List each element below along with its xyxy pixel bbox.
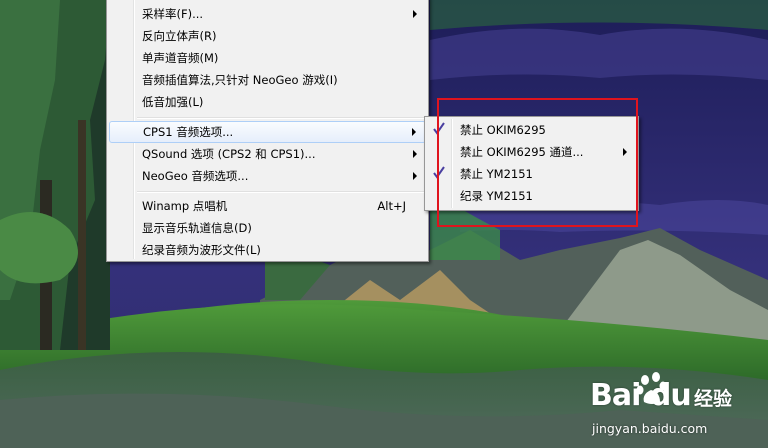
menu-item-qsound-options[interactable]: QSound 选项 (CPS2 和 CPS1)... [109, 143, 426, 165]
menu-item-label: 反向立体声(R) [142, 29, 217, 43]
menu-item-label: 采样率(F)... [142, 7, 204, 21]
menu-item-shortcut: Alt+J [377, 199, 406, 213]
menu-item-mono-audio[interactable]: 单声道音频(M) [109, 47, 426, 69]
menu-item-winamp-jukebox[interactable]: Winamp 点唱机 Alt+J [109, 195, 426, 217]
submenu-arrow-icon [413, 172, 417, 180]
menu-item-label: NeoGeo 音频选项... [142, 169, 249, 183]
menu-item-label: 禁止 OKIM6295 通道... [460, 145, 584, 159]
menu-separator [137, 117, 426, 119]
menu-item-sample-rate[interactable]: 采样率(F)... [109, 3, 426, 25]
menu-item-label: 显示音乐轨道信息(D) [142, 221, 252, 235]
submenu-item-disable-okim6295[interactable]: 禁止 OKIM6295 [427, 119, 636, 141]
menu-item-show-track-info[interactable]: 显示音乐轨道信息(D) [109, 217, 426, 239]
menu-item-label: 禁止 OKIM6295 [460, 123, 546, 137]
submenu-item-disable-ym2151[interactable]: 禁止 YM2151 [427, 163, 636, 185]
menu-item-interpolation[interactable]: 音频插值算法,只针对 NeoGeo 游戏(I) [109, 69, 426, 91]
submenu-item-disable-okim6295-channel[interactable]: 禁止 OKIM6295 通道... [427, 141, 636, 163]
submenu-arrow-icon [413, 150, 417, 158]
menu-item-label: CPS1 音频选项... [143, 125, 234, 139]
submenu-arrow-icon [413, 10, 417, 18]
baidu-watermark: Bai du 经验 jingyan.baidu.com [590, 368, 760, 443]
menu-item-label: 单声道音频(M) [142, 51, 219, 65]
menu-item-label: 纪录 YM2151 [460, 189, 533, 203]
menu-item-label: 低音加强(L) [142, 95, 204, 109]
audio-context-menu: 采样率(F)... 反向立体声(R) 单声道音频(M) 音频插值算法,只针对 N… [106, 0, 429, 262]
menu-item-record-wave[interactable]: 纪录音频为波形文件(L) [109, 239, 426, 261]
watermark-subtitle: 经验 [694, 388, 733, 410]
cps1-audio-submenu: 禁止 OKIM6295 禁止 OKIM6295 通道... 禁止 YM2151 … [424, 116, 639, 211]
check-icon [433, 166, 445, 179]
menu-item-label: 纪录音频为波形文件(L) [142, 243, 261, 257]
menu-separator [137, 191, 426, 193]
menu-item-label: QSound 选项 (CPS2 和 CPS1)... [142, 147, 316, 161]
baidu-paw-icon [636, 372, 667, 404]
menu-item-reverse-stereo[interactable]: 反向立体声(R) [109, 25, 426, 47]
menu-item-neogeo-audio-options[interactable]: NeoGeo 音频选项... [109, 165, 426, 187]
menu-item-cps1-audio-options[interactable]: CPS1 音频选项... [109, 121, 426, 143]
menu-item-label: 音频插值算法,只针对 NeoGeo 游戏(I) [142, 73, 338, 87]
submenu-arrow-icon [623, 148, 627, 156]
menu-item-bass-boost[interactable]: 低音加强(L) [109, 91, 426, 113]
check-icon [433, 122, 445, 135]
watermark-url: jingyan.baidu.com [592, 421, 708, 436]
menu-item-label: Winamp 点唱机 [142, 199, 228, 213]
submenu-item-record-ym2151[interactable]: 纪录 YM2151 [427, 185, 636, 207]
menu-item-label: 禁止 YM2151 [460, 167, 533, 181]
submenu-arrow-icon [412, 128, 416, 136]
